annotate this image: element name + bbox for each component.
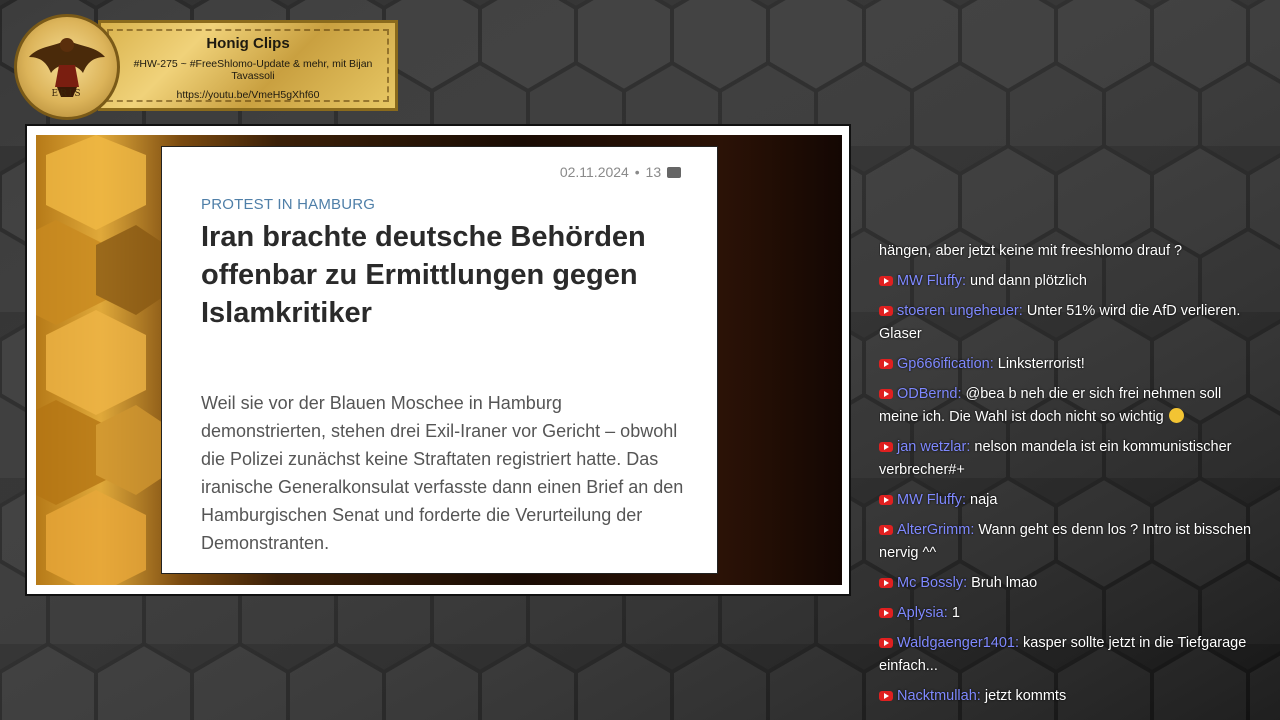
chat-author-separator: : <box>963 575 972 591</box>
chat-message: MW Fluffy: und dann plötzlich <box>879 270 1259 293</box>
chat-author-separator: : <box>957 386 966 402</box>
chat-message-partial: hängen, aber jetzt keine mit freeshlomo … <box>879 243 1183 259</box>
stream-title: Honig Clips <box>206 35 290 52</box>
chat-author[interactable]: stoeren ungeheuer <box>897 303 1019 319</box>
youtube-icon <box>879 691 893 701</box>
chat-message: stoeren ungeheuer: Unter 51% wird die Af… <box>879 300 1259 346</box>
chat-author[interactable]: AlterGrimm <box>897 522 970 538</box>
emoji-icon <box>1168 408 1184 423</box>
youtube-icon <box>879 525 893 535</box>
chat-author-separator: : <box>989 356 998 372</box>
youtube-icon <box>879 638 893 648</box>
youtube-icon <box>879 495 893 505</box>
chat-author-separator: : <box>961 492 971 508</box>
youtube-icon <box>879 389 893 399</box>
article-card: 02.11.2024 • 13 PROTEST IN HAMBURG Iran … <box>161 146 718 574</box>
chat-author-separator: : <box>961 273 971 289</box>
winged-figure-icon <box>29 38 105 97</box>
youtube-icon <box>879 578 893 588</box>
chat-author[interactable]: MW Fluffy <box>897 273 962 289</box>
eris-crest-icon: ERIS <box>14 14 120 120</box>
youtube-icon <box>879 442 893 452</box>
chat-author-separator: : <box>1018 303 1027 319</box>
stream-banner: Honig Clips #HW-275 ~ #FreeShlomo-Update… <box>98 20 398 111</box>
chat-author[interactable]: Nacktmullah <box>897 688 977 704</box>
chat-message: Nacktmullah: jetzt kommts <box>879 685 1259 708</box>
chat-message: Aplysia: 1 <box>879 602 1259 625</box>
chat-text: Linksterrorist! <box>997 356 1085 372</box>
chat-author[interactable]: Aplysia <box>897 605 944 621</box>
youtube-icon <box>879 608 893 618</box>
article-kicker: PROTEST IN HAMBURG <box>201 196 376 213</box>
chat-message: MW Fluffy: naja <box>879 489 1259 512</box>
comment-count[interactable]: 13 <box>646 164 662 180</box>
chat-message: Mc Bossly: Bruh lmao <box>879 572 1259 595</box>
stream-url[interactable]: https://youtu.be/VmeH5gXhf60 <box>101 89 395 101</box>
stream-subtitle: #HW-275 ~ #FreeShlomo-Update & mehr, mit… <box>133 58 373 82</box>
article-lead: Weil sie vor der Blauen Moschee in Hambu… <box>201 393 684 553</box>
youtube-icon <box>879 276 893 286</box>
live-chat: hängen, aber jetzt keine mit freeshlomo … <box>879 240 1269 720</box>
chat-author[interactable]: Waldgaenger1401 <box>897 635 1015 651</box>
chat-author[interactable]: Mc Bossly <box>897 575 963 591</box>
chat-text: naja <box>970 492 998 508</box>
logo-text: ERIS <box>51 89 83 99</box>
chat-message: Gp666ification: Linksterrorist! <box>879 353 1259 376</box>
chat-author[interactable]: MW Fluffy <box>897 492 962 508</box>
chat-author-separator: : <box>943 605 952 621</box>
chat-author[interactable]: jan wetzlar <box>897 439 966 455</box>
chat-message-list: hängen, aber jetzt keine mit freeshlomo … <box>879 240 1259 715</box>
chat-author[interactable]: Gp666ification <box>897 356 990 372</box>
chat-message: Waldgaenger1401: kasper sollte jetzt in … <box>879 632 1259 678</box>
meta-separator: • <box>634 164 640 180</box>
chat-message: AlterGrimm: Wann geht es denn los ? Intr… <box>879 519 1259 565</box>
chat-text: und dann plötzlich <box>970 273 1087 289</box>
chat-text: jetzt kommts <box>984 688 1067 704</box>
chat-message: ODBernd: @bea b neh die er sich frei neh… <box>879 383 1259 429</box>
chat-author[interactable]: ODBernd <box>897 386 957 402</box>
chat-text: Bruh lmao <box>971 575 1038 591</box>
article-date: 02.11.2024 <box>559 164 629 180</box>
comment-icon[interactable] <box>667 167 681 178</box>
chat-author-separator: : <box>976 688 985 704</box>
chat-author-separator: : <box>1014 635 1024 651</box>
article-headline[interactable]: Iran brachte deutsche Behörden offenbar … <box>201 218 671 332</box>
chat-message: jan wetzlar: nelson mandela ist ein komm… <box>879 436 1259 482</box>
article-meta: 02.11.2024 • 13 <box>560 164 681 180</box>
chat-text: 1 <box>951 605 960 621</box>
youtube-icon <box>879 359 893 369</box>
youtube-icon <box>879 306 893 316</box>
